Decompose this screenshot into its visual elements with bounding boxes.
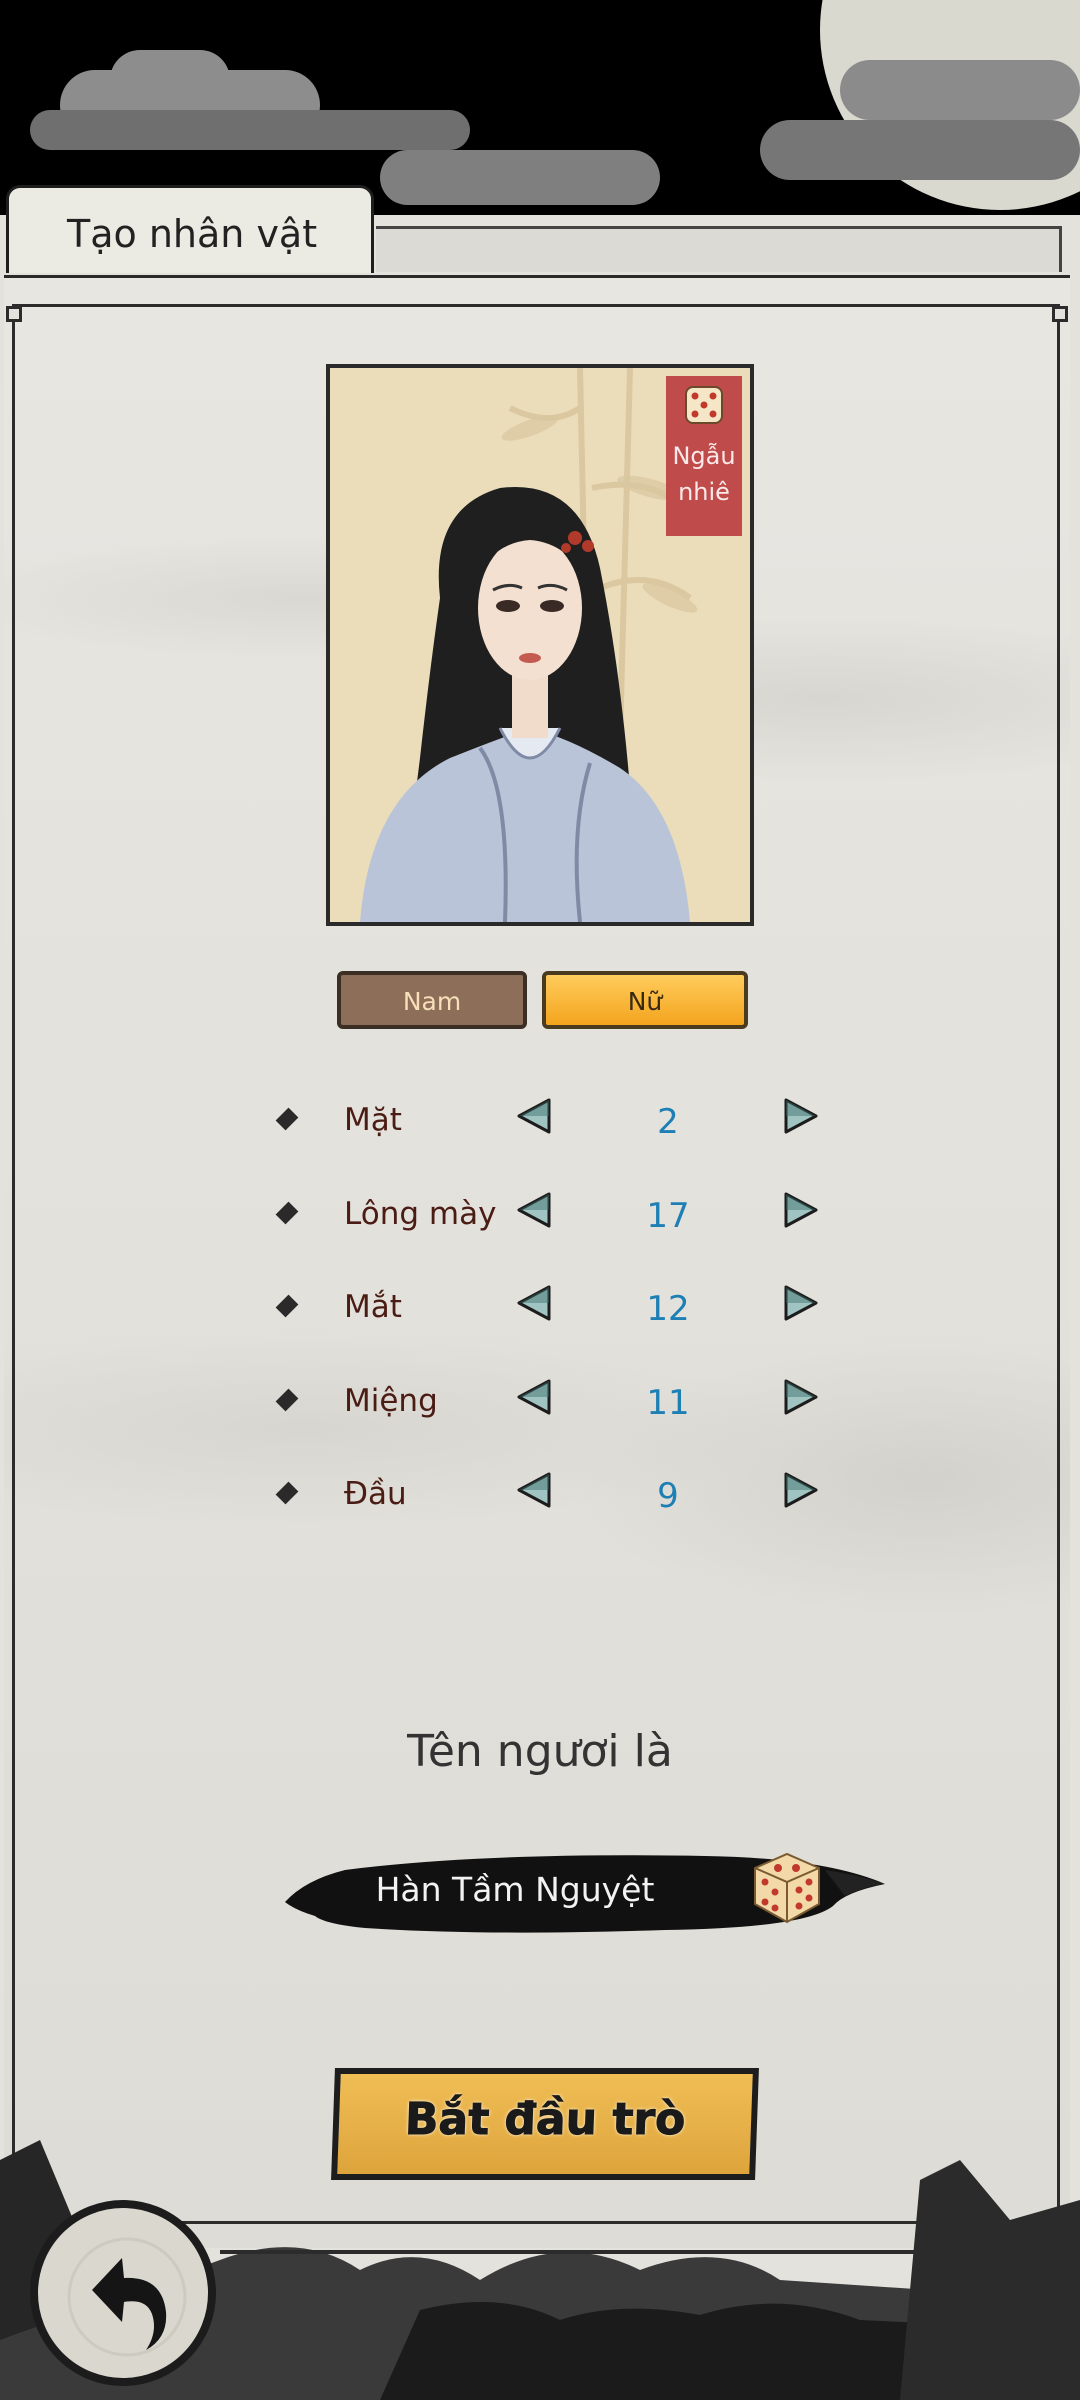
- sky-background: [0, 0, 1080, 215]
- character-name-field[interactable]: Hàn Tầm Nguyệt: [285, 1840, 885, 1940]
- bullet-diamond-icon: [275, 1201, 299, 1225]
- bullet-diamond-icon: [275, 1294, 299, 1318]
- attribute-row: Mặt 2: [0, 1094, 1080, 1154]
- attribute-value: 9: [657, 1476, 679, 1516]
- dice-icon[interactable]: [745, 1846, 827, 1928]
- attribute-row: Đầu 9: [0, 1468, 1080, 1528]
- attribute-label: Miệng: [344, 1383, 438, 1419]
- back-arrow-icon: [67, 2237, 187, 2357]
- next-arrow-icon[interactable]: [780, 1470, 820, 1510]
- attribute-value: 12: [646, 1289, 690, 1329]
- frame-corner: [1052, 306, 1068, 322]
- previous-arrow-icon[interactable]: [515, 1096, 555, 1136]
- attribute-value: 11: [646, 1383, 690, 1423]
- previous-arrow-icon[interactable]: [515, 1470, 555, 1510]
- attribute-row: Lông mày 17: [0, 1188, 1080, 1248]
- attribute-label: Đầu: [344, 1476, 407, 1512]
- next-arrow-icon[interactable]: [780, 1096, 820, 1136]
- cloud-decoration: [30, 110, 470, 150]
- bullet-diamond-icon: [275, 1107, 299, 1131]
- frame-corner: [6, 306, 22, 322]
- cloud-decoration: [840, 60, 1080, 120]
- bullet-diamond-icon: [275, 1481, 299, 1505]
- dice-icon: [685, 386, 723, 424]
- cloud-decoration: [760, 120, 1080, 180]
- tab-create-character[interactable]: Tạo nhân vật: [6, 185, 374, 273]
- tab-title: Tạo nhân vật: [67, 212, 318, 256]
- character-name-value: Hàn Tầm Nguyệt: [375, 1870, 655, 1909]
- gender-female-button[interactable]: Nữ: [542, 971, 748, 1029]
- attribute-row: Miệng 11: [0, 1375, 1080, 1435]
- bullet-diamond-icon: [275, 1388, 299, 1412]
- next-arrow-icon[interactable]: [780, 1377, 820, 1417]
- randomize-appearance-button[interactable]: Ngẫu nhiê: [666, 376, 742, 536]
- previous-arrow-icon[interactable]: [515, 1190, 555, 1230]
- next-arrow-icon[interactable]: [780, 1190, 820, 1230]
- randomize-label: Ngẫu nhiê: [672, 442, 736, 506]
- previous-arrow-icon[interactable]: [515, 1377, 555, 1417]
- cloud-decoration: [110, 50, 230, 110]
- cloud-decoration: [380, 150, 660, 205]
- next-arrow-icon[interactable]: [780, 1283, 820, 1323]
- tab-strip-border: [376, 226, 1062, 272]
- start-game-button[interactable]: Bắt đầu trò: [331, 2068, 759, 2180]
- attribute-label: Mắt: [344, 1289, 402, 1325]
- attribute-row: Mắt 12: [0, 1281, 1080, 1341]
- start-game-label: Bắt đầu trò: [404, 2094, 687, 2146]
- attribute-label: Lông mày: [344, 1196, 497, 1232]
- attribute-value: 2: [657, 1102, 679, 1142]
- previous-arrow-icon[interactable]: [515, 1283, 555, 1323]
- gender-male-button[interactable]: Nam: [337, 971, 527, 1029]
- name-prompt: Tên ngươi là: [407, 1726, 673, 1777]
- attribute-label: Mặt: [344, 1102, 402, 1138]
- back-button[interactable]: [30, 2200, 216, 2386]
- attribute-value: 17: [646, 1196, 690, 1236]
